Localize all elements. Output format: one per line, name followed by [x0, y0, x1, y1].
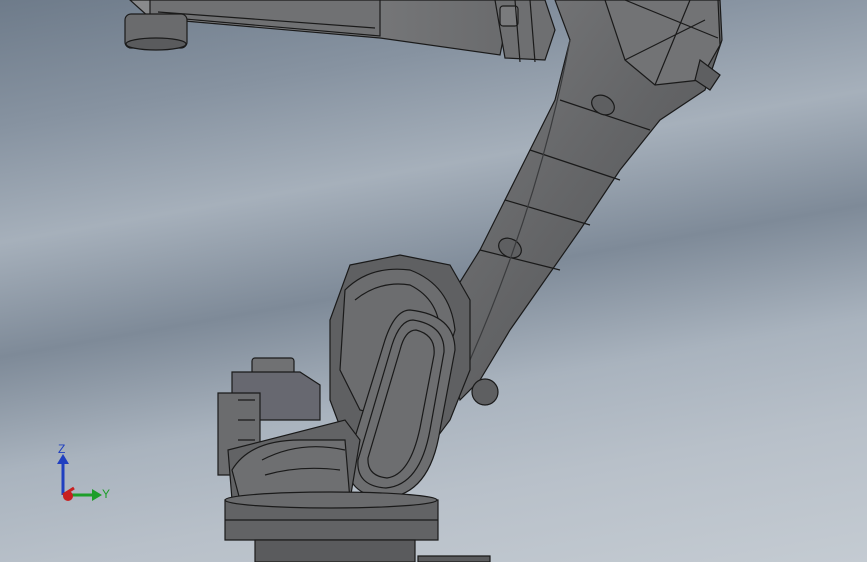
z-axis-label: Z: [58, 442, 65, 456]
x-axis-arrow: [62, 486, 75, 501]
robot-arm-model[interactable]: [0, 0, 867, 562]
graphics-viewport[interactable]: Z Y: [0, 0, 867, 562]
z-axis-arrow: [57, 454, 69, 495]
y-axis-label: Y: [102, 487, 110, 501]
coordinate-triad: Z Y: [57, 442, 110, 501]
upper-arm-link[interactable]: [439, 0, 723, 402]
forearm-link[interactable]: [124, 0, 556, 63]
